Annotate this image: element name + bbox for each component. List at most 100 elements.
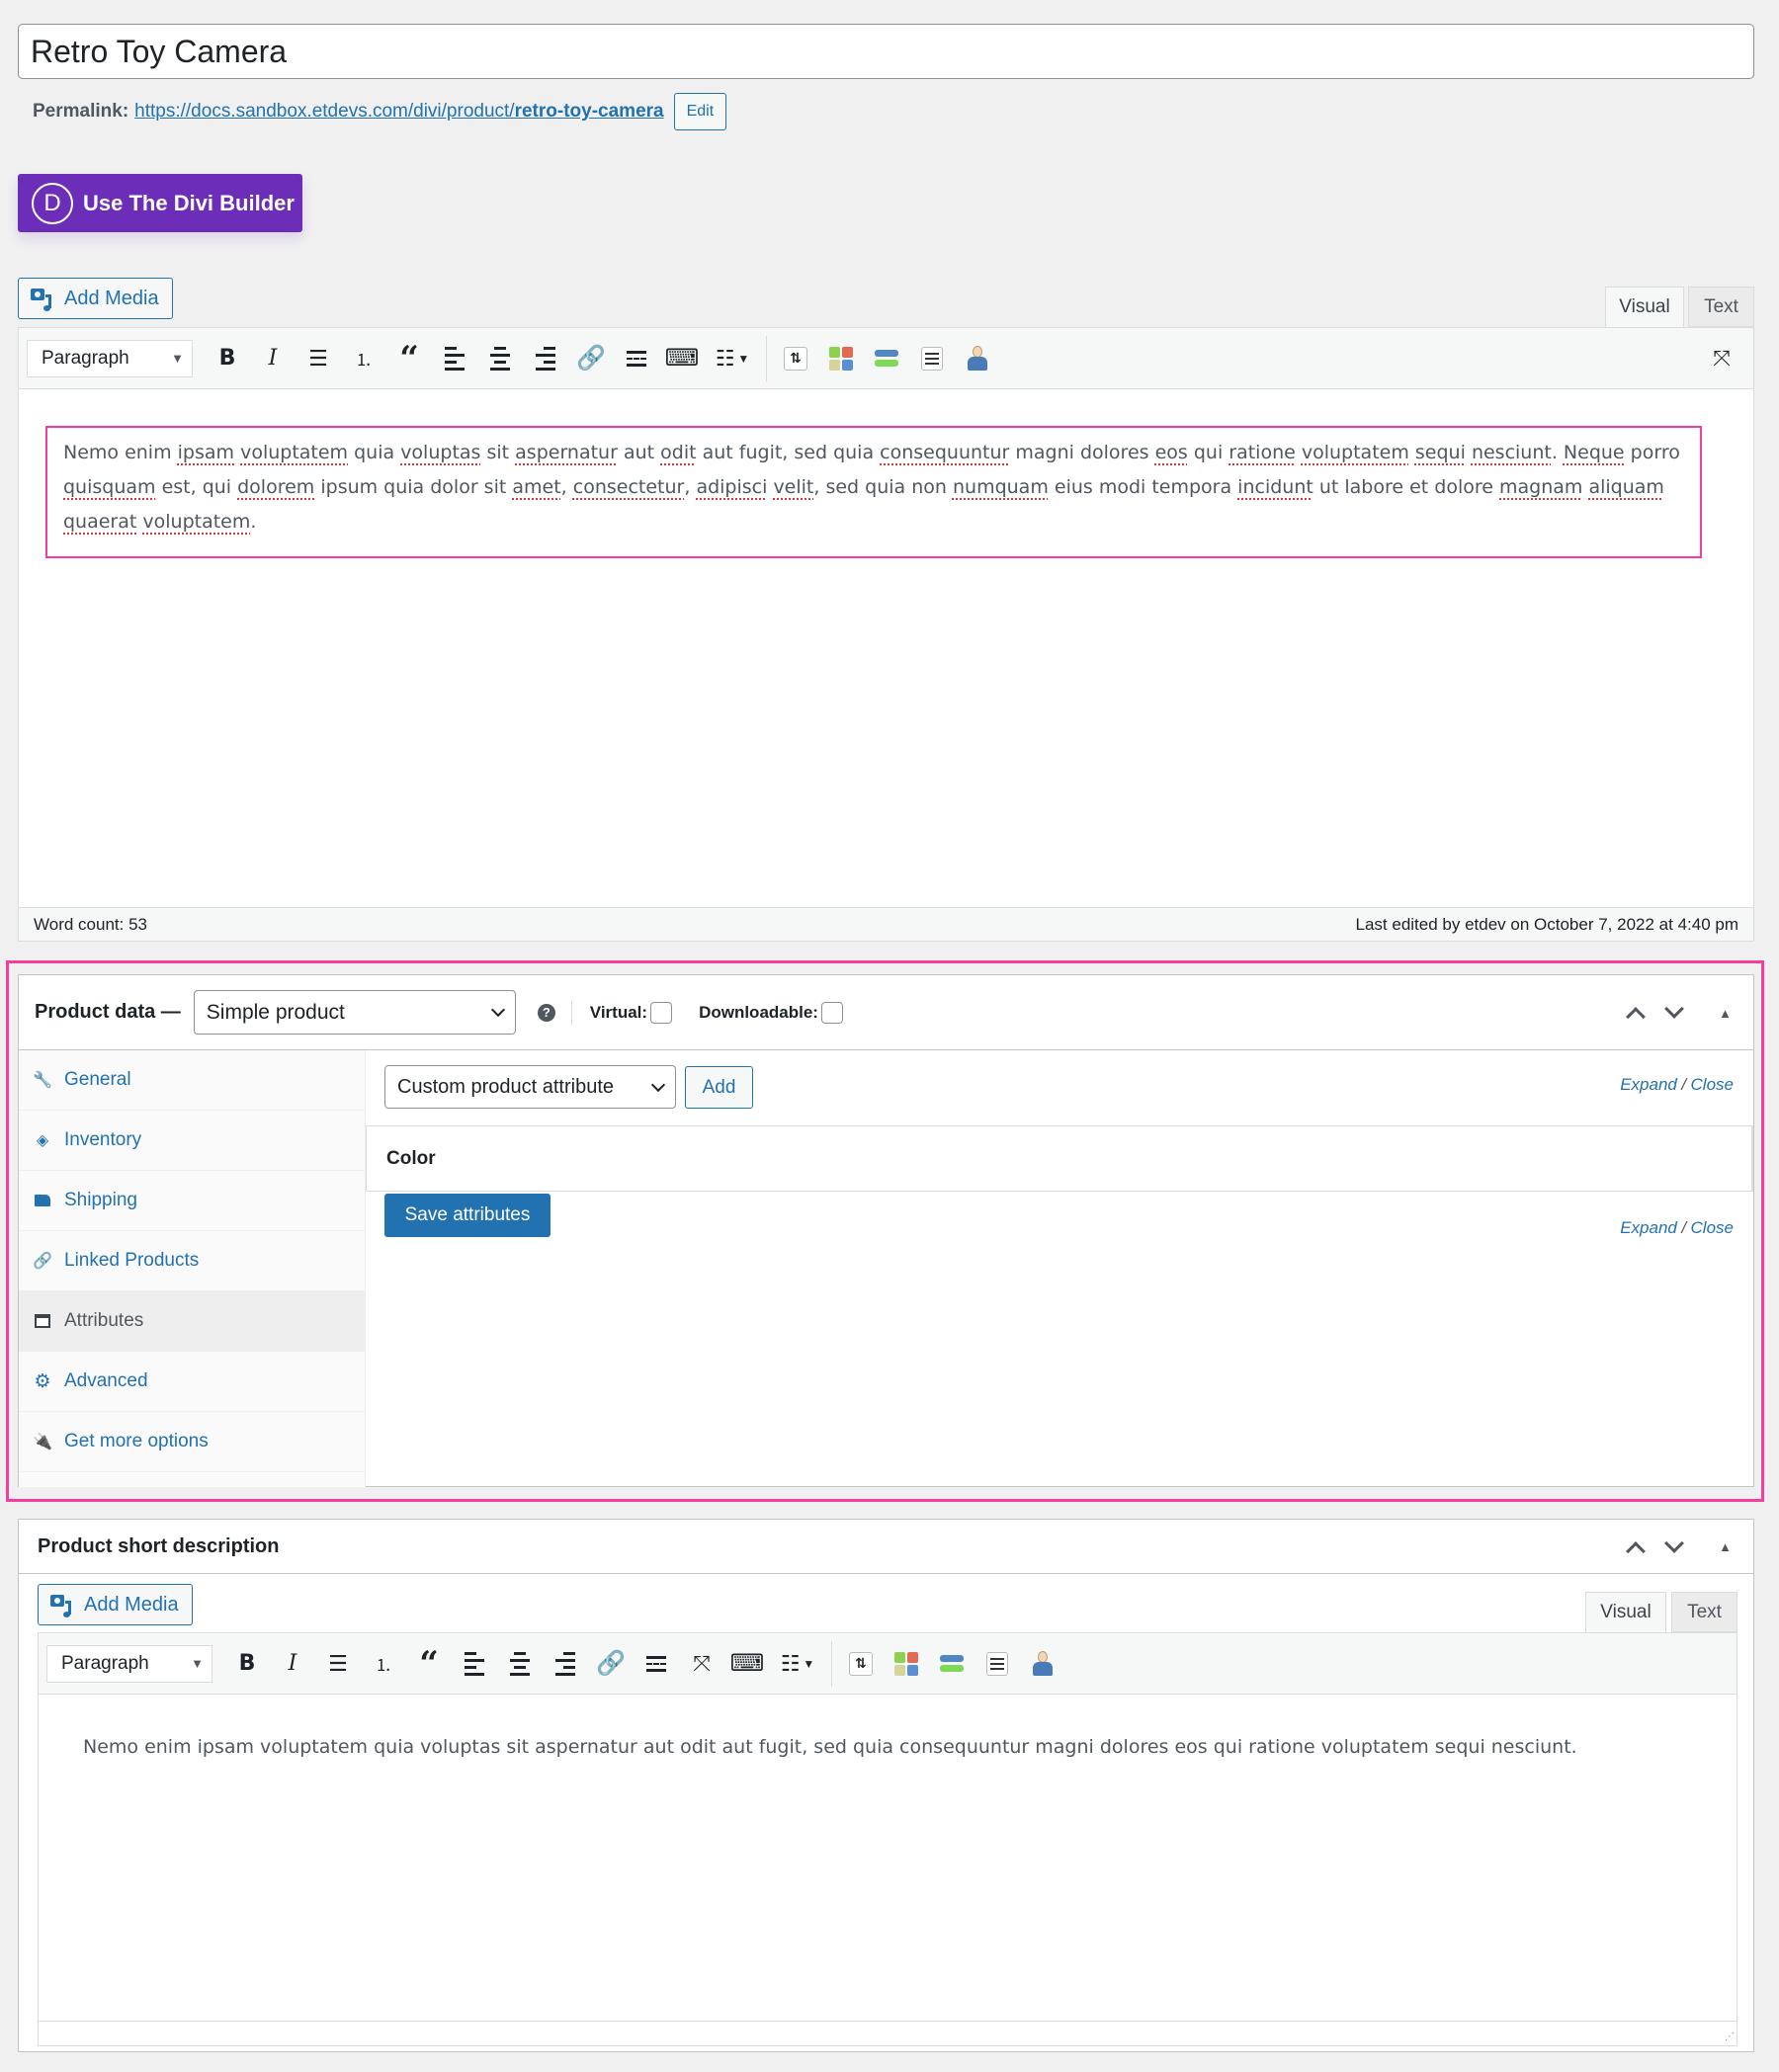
- link-icon[interactable]: 🔗: [593, 1646, 629, 1682]
- pd-tab-attributes[interactable]: Attributes: [19, 1291, 365, 1352]
- virtual-checkbox-label[interactable]: Virtual:: [590, 1001, 673, 1024]
- downloadable-checkbox[interactable]: [820, 1001, 843, 1024]
- pd-tab-general[interactable]: 🔧 General: [19, 1050, 365, 1111]
- table-dropdown-icon[interactable]: ☷ ▼: [710, 341, 755, 376]
- add-media-button[interactable]: Add Media: [18, 278, 173, 319]
- product-data-tabs: 🔧 General ◈ Inventory Shipping 🔗 Linked …: [19, 1050, 366, 1487]
- align-center-icon[interactable]: [502, 1646, 538, 1682]
- pd-tab-label: Get more options: [64, 1431, 209, 1451]
- tab-visual[interactable]: Visual: [1605, 287, 1684, 328]
- read-more-icon[interactable]: [638, 1646, 674, 1682]
- gear-icon: ⚙: [34, 1370, 51, 1392]
- toggle-panel-button[interactable]: ▲: [1719, 975, 1732, 1050]
- content-text: , sed quia non: [813, 476, 953, 498]
- misspelled-word: nesciunt: [1471, 442, 1552, 463]
- misspelled-word: ratione: [1228, 442, 1296, 463]
- tab-text[interactable]: Text: [1688, 287, 1754, 327]
- short-description-content[interactable]: Nemo enim ipsam voluptatem quia voluptas…: [83, 1730, 1714, 1765]
- table-dropdown-icon[interactable]: ☷ ▼: [775, 1646, 820, 1682]
- divi-button-label: Use The Divi Builder: [83, 190, 295, 215]
- short-desc-tab-visual[interactable]: Visual: [1585, 1592, 1666, 1633]
- triangle-up-icon: ▲: [1719, 1005, 1732, 1021]
- bold-icon[interactable]: B: [210, 341, 245, 376]
- downloadable-label: Downloadable:: [699, 1002, 818, 1022]
- person-icon[interactable]: [960, 341, 995, 376]
- align-left-icon[interactable]: [437, 341, 472, 376]
- pd-tab-inventory[interactable]: ◈ Inventory: [19, 1111, 365, 1171]
- move-down-button[interactable]: [1664, 1520, 1684, 1574]
- pd-tab-label: Attributes: [64, 1310, 144, 1331]
- shortcode-icon[interactable]: ⇅: [778, 341, 813, 376]
- toolbar-toggle-icon[interactable]: ⌨: [729, 1646, 765, 1682]
- toggle-panel-button[interactable]: ▲: [1719, 1520, 1732, 1574]
- pd-tab-linked-products[interactable]: 🔗 Linked Products: [19, 1231, 365, 1291]
- resize-handle-icon[interactable]: ⋰: [1725, 2031, 1735, 2042]
- link-icon[interactable]: 🔗: [573, 341, 609, 376]
- add-attribute-button[interactable]: Add: [685, 1066, 753, 1109]
- expand-close-top: Expand / Close: [1620, 1075, 1734, 1095]
- align-right-icon[interactable]: [548, 1646, 583, 1682]
- chevron-down-icon: [1664, 999, 1684, 1019]
- fullscreen-icon[interactable]: ⤧: [684, 1646, 720, 1682]
- misspelled-word: sequi: [1414, 442, 1466, 463]
- notepad-icon[interactable]: [914, 341, 950, 376]
- product-type-select[interactable]: Simple product: [193, 990, 516, 1035]
- expand-all-link[interactable]: Expand: [1620, 1218, 1677, 1237]
- bullet-list-icon[interactable]: ☰: [300, 341, 336, 376]
- numbered-list-icon[interactable]: ⒈: [366, 1646, 401, 1682]
- move-up-button[interactable]: [1626, 975, 1646, 1050]
- pd-tab-shipping[interactable]: Shipping: [19, 1171, 365, 1231]
- short-desc-add-media-button[interactable]: Add Media: [38, 1584, 193, 1625]
- attribute-row-color[interactable]: Color: [366, 1125, 1753, 1192]
- layout-icon[interactable]: [889, 1646, 924, 1682]
- shortcode-icon[interactable]: ⇅: [843, 1646, 879, 1682]
- content-text: Nemo enim: [63, 442, 178, 463]
- save-attributes-button[interactable]: Save attributes: [384, 1194, 551, 1237]
- align-right-icon[interactable]: [528, 341, 563, 376]
- chevron-down-icon: [650, 1077, 666, 1092]
- divider-icon[interactable]: [869, 341, 904, 376]
- person-icon[interactable]: [1025, 1646, 1060, 1682]
- content-text: ipsum quia dolor sit: [314, 476, 513, 498]
- editor-content[interactable]: Nemo enim ipsam voluptatem quia voluptas…: [63, 436, 1694, 539]
- align-left-icon[interactable]: [457, 1646, 492, 1682]
- content-text: aut: [617, 442, 661, 463]
- short-desc-tab-text[interactable]: Text: [1671, 1592, 1737, 1632]
- blockquote-icon[interactable]: “: [411, 1644, 447, 1684]
- misspelled-word: amet: [512, 476, 561, 498]
- virtual-checkbox[interactable]: [650, 1001, 673, 1024]
- notepad-icon[interactable]: [979, 1646, 1015, 1682]
- pd-tab-get-more-options[interactable]: 🔌 Get more options: [19, 1412, 365, 1472]
- attribute-select[interactable]: Custom product attribute: [384, 1065, 676, 1109]
- fullscreen-icon[interactable]: ⤧: [1704, 341, 1739, 376]
- blockquote-icon[interactable]: “: [391, 339, 427, 378]
- downloadable-checkbox-label[interactable]: Downloadable:: [699, 1001, 843, 1024]
- align-center-icon[interactable]: [482, 341, 518, 376]
- layout-icon[interactable]: [823, 341, 859, 376]
- bullet-list-icon[interactable]: ☰: [320, 1646, 356, 1682]
- divider-icon[interactable]: [934, 1646, 970, 1682]
- permalink-edit-button[interactable]: Edit: [673, 93, 727, 130]
- format-select[interactable]: Paragraph ▼: [27, 339, 193, 377]
- italic-icon[interactable]: I: [255, 341, 291, 376]
- short-description-panel: Product short description ▲ Add Media Vi…: [18, 1519, 1754, 2052]
- permalink-link[interactable]: https://docs.sandbox.etdevs.com/divi/pro…: [134, 101, 663, 123]
- move-down-button[interactable]: [1664, 975, 1684, 1050]
- add-media-label: Add Media: [64, 287, 159, 309]
- product-title-input[interactable]: Retro Toy Camera: [18, 24, 1754, 79]
- close-all-link[interactable]: Close: [1691, 1075, 1734, 1094]
- toolbar-toggle-icon[interactable]: ⌨: [664, 341, 700, 376]
- read-more-icon[interactable]: [619, 341, 654, 376]
- move-up-button[interactable]: [1626, 1520, 1646, 1574]
- use-divi-builder-button[interactable]: D Use The Divi Builder: [18, 174, 302, 232]
- help-icon[interactable]: ?: [537, 1003, 555, 1022]
- attribute-name: Color: [386, 1147, 436, 1169]
- close-all-link[interactable]: Close: [1691, 1218, 1734, 1237]
- bold-icon[interactable]: B: [229, 1646, 265, 1682]
- pd-tab-advanced[interactable]: ⚙ Advanced: [19, 1352, 365, 1412]
- expand-all-link[interactable]: Expand: [1620, 1075, 1677, 1094]
- numbered-list-icon[interactable]: ⒈: [346, 341, 381, 376]
- italic-icon[interactable]: I: [275, 1646, 310, 1682]
- format-select[interactable]: Paragraph ▼: [46, 1644, 212, 1683]
- misspelled-word: magnam: [1499, 476, 1583, 498]
